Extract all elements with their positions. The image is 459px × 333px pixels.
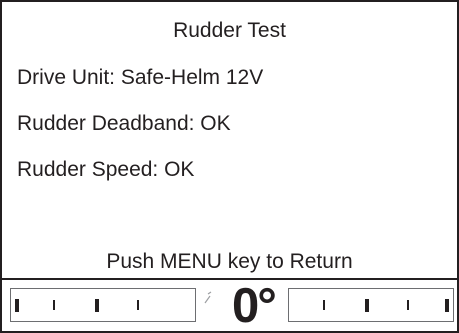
rudder-speed-status: Rudder Speed: OK [17,158,195,181]
scale-tick-minor [137,300,139,310]
scale-tick-major [445,299,449,312]
rudder-scale-port [10,288,196,322]
return-instruction: Push MENU key to Return [106,250,353,273]
rudder-pointer-icon [204,291,212,304]
scale-tick-major [365,299,369,312]
rudder-deadband-status: Rudder Deadband: OK [17,112,231,135]
scale-tick-minor [407,300,409,310]
rudder-angle-readout: 0° [232,279,277,333]
scale-tick-major [15,299,19,312]
scale-tick-minor [323,300,325,310]
page-title: Rudder Test [173,19,286,42]
drive-unit-status: Drive Unit: Safe-Helm 12V [17,66,264,89]
divider [2,278,457,280]
scale-tick-major [95,299,99,312]
rudder-test-screen: Rudder Test Drive Unit: Safe-Helm 12V Ru… [0,0,459,333]
scale-tick-minor [53,300,55,310]
rudder-scale-starboard [288,288,454,322]
